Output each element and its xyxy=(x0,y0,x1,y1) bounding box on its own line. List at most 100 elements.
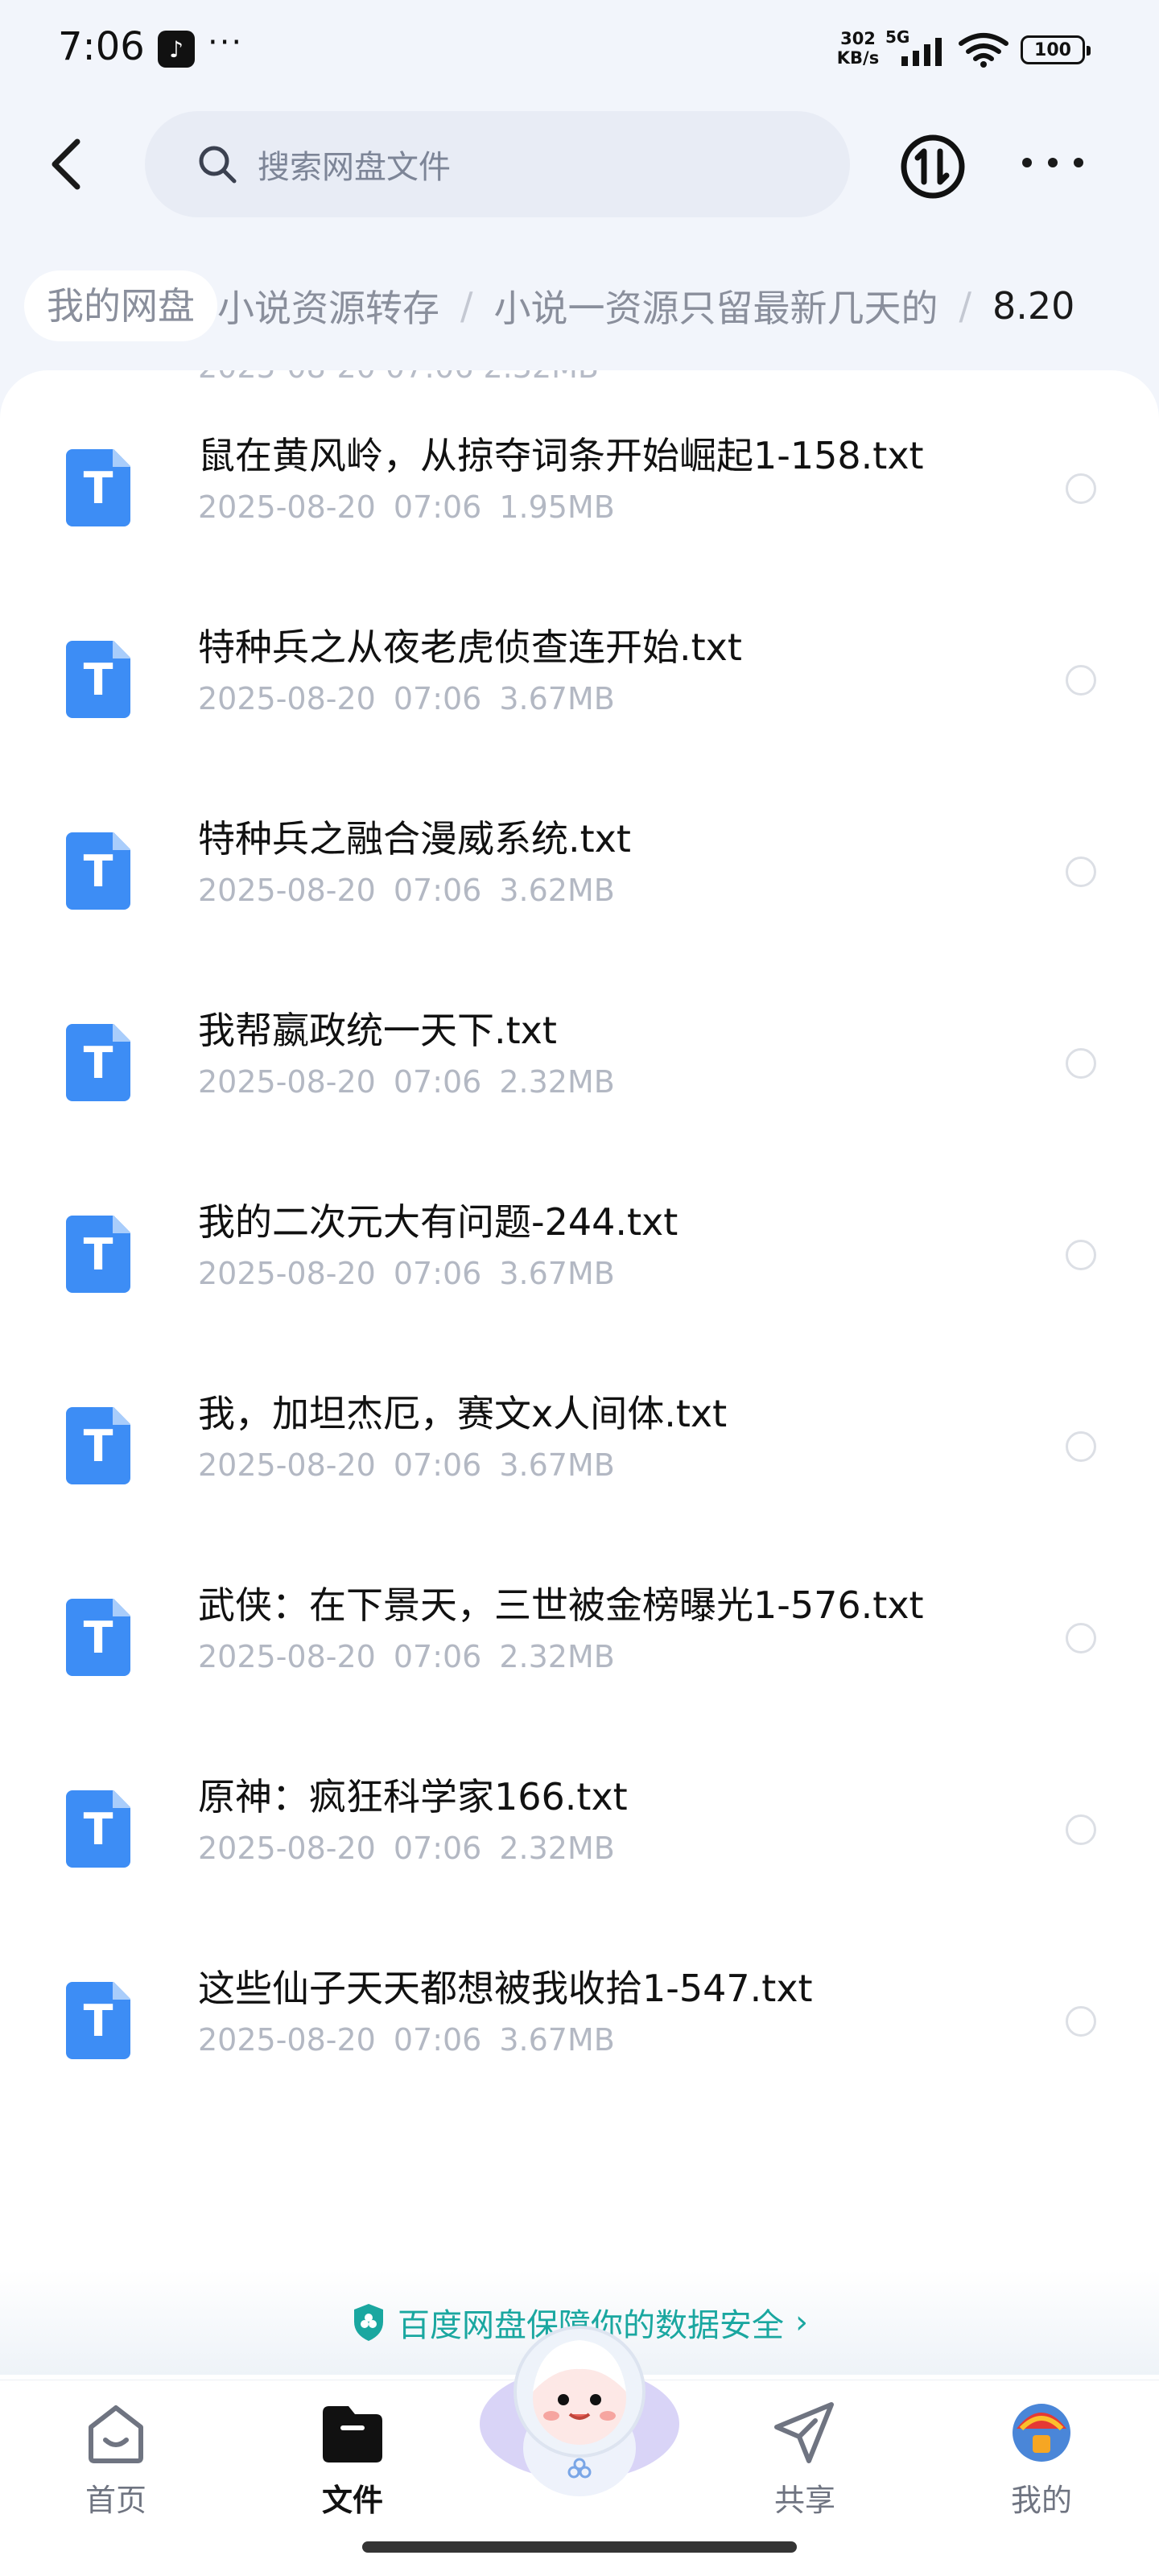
breadcrumb-current: 8.20 xyxy=(992,284,1075,328)
file-meta: 2025-08-20 07:06 2.32MB xyxy=(198,1639,633,1674)
breadcrumb-item[interactable]: 小说资源转存 xyxy=(217,279,439,332)
file-size: 2.32MB xyxy=(499,1639,615,1674)
status-bar: 7:06 ♪ ··· 302 KB/s 5G 100 xyxy=(0,0,1159,97)
nav-item-home[interactable]: 首页 xyxy=(60,2396,172,2520)
file-list: 2025-08-20 07:06 2.32MB T 鼠在黄风岭，从掠夺词条开始崛… xyxy=(0,370,1159,2383)
file-time: 07:06 xyxy=(393,1256,482,1291)
file-size: 3.67MB xyxy=(499,1447,615,1483)
nav-item-share[interactable]: 共享 xyxy=(749,2396,861,2520)
file-name: 特种兵之从夜老虎侦查连开始.txt xyxy=(198,625,742,669)
file-time: 07:06 xyxy=(393,1447,482,1483)
txt-file-icon: T xyxy=(66,1216,130,1293)
folder-icon xyxy=(323,2406,382,2462)
file-meta: 2025-08-20 07:06 3.62MB xyxy=(198,873,633,908)
select-checkbox[interactable] xyxy=(1066,473,1096,504)
shield-icon xyxy=(354,2304,383,2341)
file-name: 特种兵之融合漫威系统.txt xyxy=(198,817,631,861)
file-meta: 2025-08-20 07:06 3.67MB xyxy=(198,1256,633,1291)
file-name: 这些仙子天天都想被我收拾1-547.txt xyxy=(198,1967,813,2010)
home-icon xyxy=(89,2405,143,2463)
breadcrumb-separator: / xyxy=(460,284,473,328)
select-checkbox[interactable] xyxy=(1066,1623,1096,1653)
file-row[interactable]: T 我帮嬴政统一天下.txt 2025-08-20 07:06 2.32MB xyxy=(0,969,1159,1161)
transfer-icon[interactable] xyxy=(900,134,966,200)
file-row[interactable]: T 我的二次元大有问题-244.txt 2025-08-20 07:06 3.67M… xyxy=(0,1161,1159,1352)
file-date: 2025-08-20 xyxy=(198,1256,376,1291)
profile-avatar-icon xyxy=(1013,2404,1070,2462)
txt-file-icon: T xyxy=(66,1024,130,1101)
select-checkbox[interactable] xyxy=(1066,665,1096,696)
home-indicator[interactable] xyxy=(362,2541,797,2553)
status-time: 7:06 xyxy=(58,24,145,69)
file-row[interactable]: T 原神：疯狂科学家166.txt 2025-08-20 07:06 2.32MB xyxy=(0,1736,1159,1927)
battery-indicator: 100 xyxy=(1021,35,1091,64)
select-checkbox[interactable] xyxy=(1066,1048,1096,1079)
file-time: 07:06 xyxy=(393,1831,482,1866)
file-date: 2025-08-20 xyxy=(198,681,376,716)
nav-label-files: 文件 xyxy=(321,2483,383,2518)
back-button[interactable] xyxy=(42,135,90,193)
select-checkbox[interactable] xyxy=(1066,1240,1096,1270)
breadcrumb-item[interactable]: 小说一资源只留最新几天的 xyxy=(494,279,938,332)
file-row[interactable]: T 武侠：在下景天，三世被金榜曝光1-576.txt 2025-08-20 07:… xyxy=(0,1544,1159,1736)
file-row[interactable]: T 特种兵之从夜老虎侦查连开始.txt 2025-08-20 07:06 3.67M… xyxy=(0,586,1159,778)
file-date: 2025-08-20 xyxy=(198,1447,376,1483)
file-row[interactable]: T 特种兵之融合漫威系统.txt 2025-08-20 07:06 3.62MB xyxy=(0,778,1159,969)
search-icon xyxy=(199,146,237,184)
file-row[interactable]: T 我，加坦杰厄，赛文x人间体.txt 2025-08-20 07:06 3.67M… xyxy=(0,1352,1159,1544)
file-name: 原神：疯狂科学家166.txt xyxy=(198,1775,628,1818)
file-meta: 2025-08-20 07:06 2.32MB xyxy=(198,1064,633,1100)
search-input[interactable]: 搜索网盘文件 xyxy=(145,111,850,217)
search-placeholder: 搜索网盘文件 xyxy=(258,149,451,186)
file-name: 我帮嬴政统一天下.txt xyxy=(198,1009,557,1052)
network-speed-unit: KB/s xyxy=(836,48,880,68)
file-size: 3.67MB xyxy=(499,2022,615,2058)
txt-file-icon: T xyxy=(66,832,130,910)
file-time: 07:06 xyxy=(393,873,482,908)
file-meta: 2025-08-20 07:06 3.67MB xyxy=(198,1447,633,1483)
file-name: 我的二次元大有问题-244.txt xyxy=(198,1200,678,1244)
txt-file-icon: T xyxy=(66,641,130,718)
file-time: 07:06 xyxy=(393,1064,482,1100)
nav-item-profile[interactable]: 我的 xyxy=(985,2396,1098,2520)
txt-file-icon: T xyxy=(66,1982,130,2059)
share-icon xyxy=(774,2402,834,2463)
network-speed: 302 KB/s xyxy=(832,29,884,68)
file-meta: 2025-08-20 07:06 3.67MB xyxy=(198,681,633,716)
bottom-nav: 首页 文件 共享 我的 xyxy=(0,2326,1159,2576)
select-checkbox[interactable] xyxy=(1066,1431,1096,1462)
file-date: 2025-08-20 xyxy=(198,1064,376,1100)
file-size: 3.67MB xyxy=(499,681,615,716)
select-checkbox[interactable] xyxy=(1066,2006,1096,2037)
mascot-icon[interactable] xyxy=(475,2303,684,2512)
signal-icon xyxy=(901,38,942,66)
file-time: 07:06 xyxy=(393,2022,482,2058)
file-row[interactable]: T 鼠在黄风岭，从掠夺词条开始崛起1-158.txt 2025-08-20 07:… xyxy=(0,394,1159,586)
back-arrow-icon xyxy=(52,138,80,190)
txt-file-icon: T xyxy=(66,1599,130,1676)
file-name: 鼠在黄风岭，从掠夺词条开始崛起1-158.txt xyxy=(198,434,924,477)
txt-file-icon: T xyxy=(66,1407,130,1484)
more-dots-icon[interactable] xyxy=(1022,145,1083,180)
tiktok-icon: ♪ xyxy=(158,31,195,68)
file-time: 07:06 xyxy=(393,1639,482,1674)
file-date: 2025-08-20 xyxy=(198,873,376,908)
nav-label-home: 首页 xyxy=(85,2483,146,2518)
file-size: 2.32MB xyxy=(499,1064,615,1100)
file-date: 2025-08-20 xyxy=(198,1639,376,1674)
file-time: 07:06 xyxy=(393,489,482,525)
breadcrumb: 我的网盘 小说资源转存 / 小说一资源只留最新几天的 / 8.20 xyxy=(0,266,1159,346)
breadcrumb-root[interactable]: 我的网盘 xyxy=(24,270,217,341)
txt-file-icon: T xyxy=(66,449,130,526)
breadcrumb-separator: / xyxy=(959,284,972,328)
wifi-icon xyxy=(959,33,1008,68)
file-meta: 2025-08-20 07:06 2.32MB xyxy=(198,1831,633,1866)
txt-file-icon: T xyxy=(66,1790,130,1868)
nav-item-files[interactable]: 文件 xyxy=(296,2396,409,2520)
file-time: 07:06 xyxy=(393,681,482,716)
select-checkbox[interactable] xyxy=(1066,1814,1096,1845)
status-more-indicator: ··· xyxy=(208,24,244,61)
file-row[interactable]: T 这些仙子天天都想被我收拾1-547.txt 2025-08-20 07:06 3… xyxy=(0,1927,1159,2119)
file-size: 3.62MB xyxy=(499,873,615,908)
select-checkbox[interactable] xyxy=(1066,857,1096,887)
